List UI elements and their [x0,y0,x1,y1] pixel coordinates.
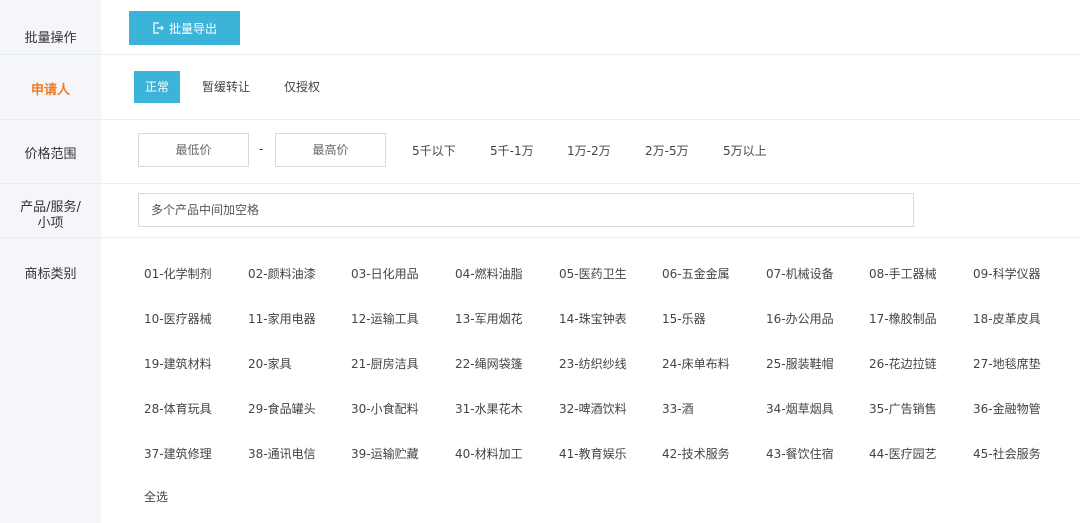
category-select-all[interactable]: 全选 [144,488,168,505]
category-item[interactable]: 34-烟草烟具 [766,400,834,417]
batch-label: 批量操作 [24,31,77,46]
category-item[interactable]: 12-运输工具 [351,310,419,327]
product-label: 产品/服务/ 小项 [0,200,101,232]
category-item[interactable]: 36-金融物管 [973,400,1041,417]
price-range-10k-20k[interactable]: 1万-2万 [567,142,611,159]
category-item[interactable]: 01-化学制剂 [144,265,212,282]
category-item[interactable]: 02-颜料油漆 [248,265,316,282]
category-item[interactable]: 37-建筑修理 [144,445,212,462]
category-item[interactable]: 38-通讯电信 [248,445,316,462]
category-item[interactable]: 03-日化用品 [351,265,419,282]
price-max-input[interactable] [275,133,386,167]
category-item[interactable]: 30-小食配料 [351,400,419,417]
price-row: 价格范围 - 5千以下 5千-1万 1万-2万 2万-5万 5万以上 [0,120,1080,184]
price-range-above-50k[interactable]: 5万以上 [723,142,767,159]
category-item[interactable]: 44-医疗园艺 [869,445,937,462]
category-item[interactable]: 17-橡胶制品 [869,310,937,327]
category-item[interactable]: 04-燃料油脂 [455,265,523,282]
batch-row: 批量操作 批量导出 [0,0,1080,55]
tab-deferred-transfer[interactable]: 暂缓转让 [202,71,250,103]
export-icon [153,22,164,34]
category-item[interactable]: 27-地毯席垫 [973,355,1041,372]
category-item[interactable]: 28-体育玩具 [144,400,212,417]
category-item[interactable]: 22-绳网袋篷 [455,355,523,372]
category-item[interactable]: 32-啤酒饮料 [559,400,627,417]
category-item[interactable]: 11-家用电器 [248,310,316,327]
category-item[interactable]: 15-乐器 [662,310,706,327]
category-item[interactable]: 41-教育娱乐 [559,445,627,462]
product-row: 产品/服务/ 小项 [0,184,1080,238]
tab-license-only[interactable]: 仅授权 [284,71,320,103]
price-min-input[interactable] [138,133,249,167]
category-item[interactable]: 42-技术服务 [662,445,730,462]
category-item[interactable]: 09-科学仪器 [973,265,1041,282]
category-item[interactable]: 29-食品罐头 [248,400,316,417]
category-item[interactable]: 18-皮革皮具 [973,310,1041,327]
category-item[interactable]: 40-材料加工 [455,445,523,462]
category-item[interactable]: 21-厨房洁具 [351,355,419,372]
price-range-5k-10k[interactable]: 5千-1万 [490,142,534,159]
category-item[interactable]: 25-服装鞋帽 [766,355,834,372]
category-label: 商标类别 [24,267,77,282]
price-separator: - [259,142,264,156]
category-item[interactable]: 23-纺织纱线 [559,355,627,372]
category-item[interactable]: 43-餐饮住宿 [766,445,834,462]
category-item[interactable]: 14-珠宝钟表 [559,310,627,327]
price-range-20k-50k[interactable]: 2万-5万 [645,142,689,159]
category-item[interactable]: 10-医疗器械 [144,310,212,327]
applicant-row: 申请人 正常 暂缓转让 仅授权 [0,55,1080,120]
category-item[interactable]: 16-办公用品 [766,310,834,327]
category-item[interactable]: 45-社会服务 [973,445,1041,462]
category-row: 商标类别 01-化学制剂 02-颜料油漆 03-日化用品 04-燃料油脂 05-医药卫生… [0,238,1080,523]
category-item[interactable]: 05-医药卫生 [559,265,627,282]
batch-export-button[interactable]: 批量导出 [129,11,240,45]
category-item[interactable]: 33-酒 [662,400,694,417]
category-item[interactable]: 20-家具 [248,355,292,372]
product-label-line2: 小项 [37,216,64,231]
category-item[interactable]: 07-机械设备 [766,265,834,282]
filter-panel: 批量操作 批量导出 申请人 正常 暂缓转让 仅授权 价格范围 - 5千以下 5千… [0,0,1080,523]
category-item[interactable]: 19-建筑材料 [144,355,212,372]
category-item[interactable]: 39-运输贮藏 [351,445,419,462]
product-label-line1: 产品/服务/ [20,200,81,215]
applicant-label: 申请人 [30,83,70,98]
category-item[interactable]: 06-五金金属 [662,265,730,282]
tab-normal[interactable]: 正常 [134,71,181,103]
price-label: 价格范围 [24,147,77,162]
category-item[interactable]: 35-广告销售 [869,400,937,417]
category-item[interactable]: 31-水果花木 [455,400,523,417]
product-search-input[interactable] [138,193,914,227]
category-item[interactable]: 24-床单布料 [662,355,730,372]
category-item[interactable]: 26-花边拉链 [869,355,937,372]
category-item[interactable]: 13-军用烟花 [455,310,523,327]
price-range-below-5k[interactable]: 5千以下 [412,142,456,159]
export-label: 批量导出 [168,21,217,36]
category-item[interactable]: 08-手工器械 [869,265,937,282]
